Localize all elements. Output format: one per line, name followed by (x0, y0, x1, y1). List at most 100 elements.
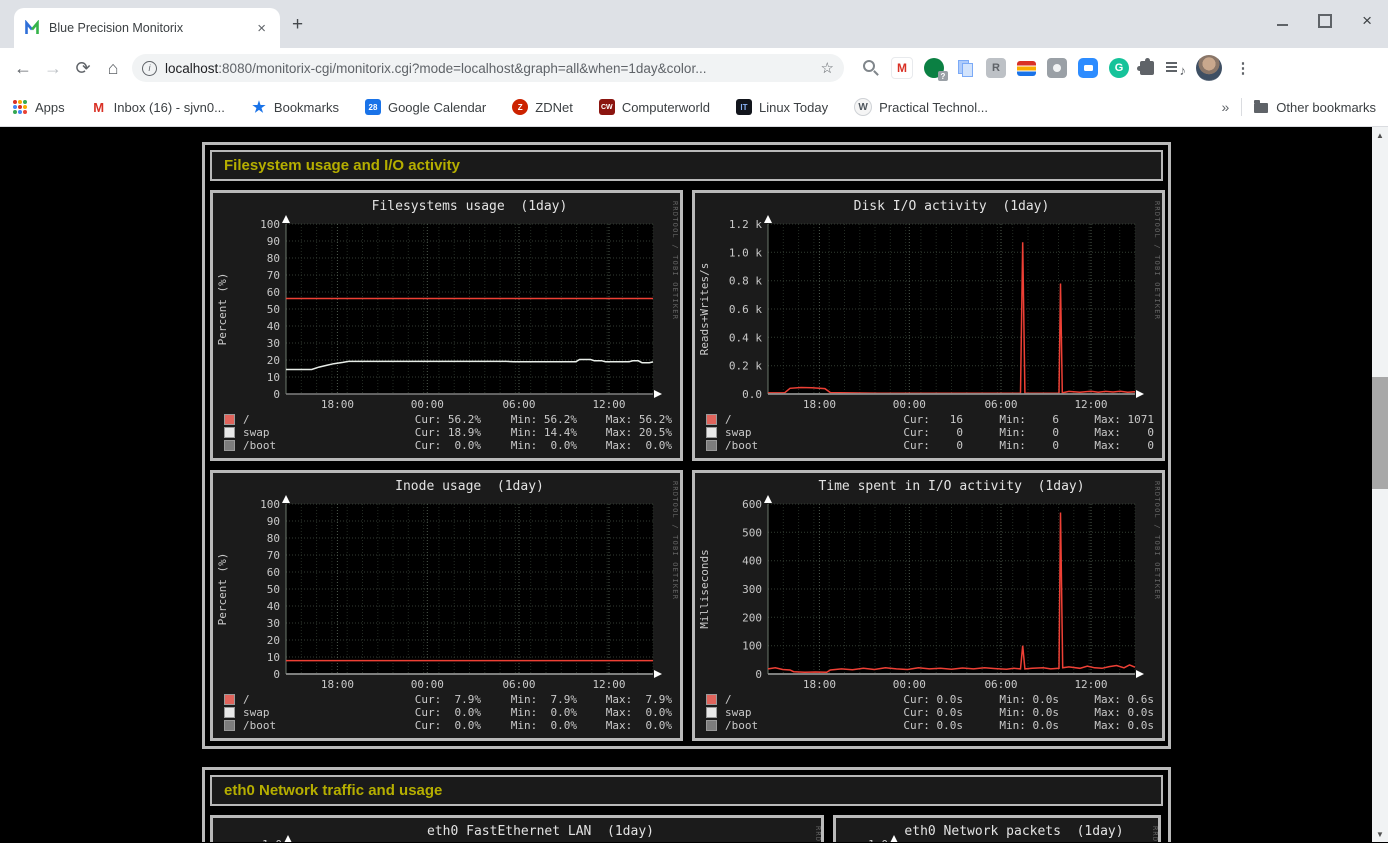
svg-text:50: 50 (267, 303, 280, 316)
svg-text:06:00: 06:00 (984, 398, 1017, 411)
svg-text:200: 200 (742, 611, 762, 624)
reload-icon[interactable]: ⟳ (68, 53, 98, 83)
scrollbar-thumb[interactable] (1372, 377, 1388, 489)
url-host: localhost (165, 61, 218, 76)
svg-text:70: 70 (267, 269, 280, 282)
legend-row: swapCur: 0Min: 0Max: 0 (707, 426, 1154, 439)
search-icon[interactable] (860, 58, 880, 78)
forward-icon[interactable]: → (38, 53, 68, 83)
browser-tab[interactable]: Blue Precision Monitorix × (14, 8, 280, 48)
page-info-icon[interactable]: i (142, 61, 157, 76)
bookmark-linuxtoday[interactable]: lTLinux Today (736, 99, 828, 115)
svg-text:0.6 k: 0.6 k (729, 303, 762, 316)
graph-disk-io-activity[interactable]: 0.00.2 k0.4 k0.6 k0.8 k1.0 k1.2 k18:0000… (692, 190, 1165, 461)
svg-text:0.8 k: 0.8 k (729, 275, 762, 288)
bookmark-calendar[interactable]: 28Google Calendar (365, 99, 486, 115)
svg-text:80: 80 (267, 532, 280, 545)
legend-swatch (225, 708, 234, 717)
legend-swatch (707, 441, 716, 450)
menu-icon[interactable]: ⋮ (1233, 58, 1253, 78)
new-tab-button[interactable]: + (292, 14, 303, 36)
other-bookmarks-button[interactable]: Other bookmarks (1276, 100, 1376, 115)
bookmark-wordpress[interactable]: WPractical Technol... (854, 98, 988, 116)
monitorix-page: Filesystem usage and I/O activity 010203… (0, 127, 1388, 842)
address-bar[interactable]: i localhost:8080/monitorix-cgi/monitorix… (132, 54, 844, 82)
svg-text:90: 90 (267, 235, 280, 248)
tab-close-icon[interactable]: × (253, 19, 270, 38)
back-icon[interactable]: ← (8, 53, 38, 83)
graph-legend: /Cur: 7.9%Min: 7.9%Max: 7.9%swapCur: 0.0… (213, 691, 680, 738)
bookmark-zdnet[interactable]: ZZDNet (512, 99, 573, 115)
section-filesystem: Filesystem usage and I/O activity 010203… (202, 142, 1171, 749)
svg-text:0: 0 (755, 668, 762, 681)
legend-row: swapCur: 0.0%Min: 0.0%Max: 0.0% (225, 706, 672, 719)
keeper-icon[interactable] (1047, 58, 1067, 78)
svg-text:0.2 k: 0.2 k (729, 360, 762, 373)
svg-text:100: 100 (260, 218, 280, 231)
svg-text:30: 30 (267, 617, 280, 630)
bookmark-gmail[interactable]: MInbox (16) - sjvn0... (91, 99, 225, 115)
close-icon[interactable]: × (1362, 12, 1372, 29)
copy-pages-icon[interactable] (955, 58, 975, 78)
svg-text:12:00: 12:00 (1074, 678, 1107, 691)
svg-text:RRDTOOL / TOBI OETIKER: RRDTOOL / TOBI OETIKER (671, 201, 678, 320)
svg-text:Time spent in I/O activity (1: Time spent in I/O activity (1day) (818, 479, 1084, 494)
bookmark-computerworld[interactable]: CWComputerworld (599, 99, 710, 115)
bookmarks-overflow-icon[interactable]: » (1222, 99, 1230, 115)
folder-icon (1254, 103, 1268, 113)
puzzle-icon[interactable] (1140, 61, 1154, 75)
legend-row: swapCur: 0.0sMin: 0.0sMax: 0.0s (707, 706, 1154, 719)
svg-text:90: 90 (267, 515, 280, 528)
scroll-down-icon[interactable]: ▼ (1372, 826, 1388, 842)
gmail-icon[interactable]: M (891, 57, 913, 79)
svg-text:RRDTOOL / TOBI OETIKER: RRDTOOL / TOBI OETIKER (814, 826, 821, 842)
svg-text:0.4 k: 0.4 k (729, 331, 762, 344)
graph-time-io-activity[interactable]: 010020030040050060018:0000:0006:0012:00T… (692, 470, 1165, 741)
svg-text:10: 10 (267, 651, 280, 664)
graph-legend: /Cur: 0.0sMin: 0.0sMax: 0.6sswapCur: 0.0… (695, 691, 1162, 738)
home-icon[interactable]: ⌂ (98, 53, 128, 83)
svg-text:12:00: 12:00 (1074, 398, 1107, 411)
calendar-icon: 28 (365, 99, 381, 115)
svg-text:0.0: 0.0 (742, 388, 762, 401)
bookmark-star-icon[interactable]: ☆ (821, 59, 834, 77)
svg-text:00:00: 00:00 (411, 398, 444, 411)
playlist-icon[interactable]: ♪ (1165, 58, 1185, 78)
r-extension-icon[interactable]: R (986, 58, 1006, 78)
scroll-up-icon[interactable]: ▲ (1372, 127, 1388, 143)
hangouts-icon[interactable]: ? (924, 58, 944, 78)
browser-toolbar: ← → ⟳ ⌂ i localhost:8080/monitorix-cgi/m… (0, 48, 1388, 88)
wordpress-icon: W (854, 98, 872, 116)
svg-text:1.0 k: 1.0 k (729, 246, 762, 259)
apps-grid-icon (12, 99, 28, 115)
scrollbar[interactable]: ▲ ▼ (1372, 127, 1388, 842)
maximize-icon[interactable] (1318, 14, 1332, 28)
graph-eth0-fastethernet-lan[interactable]: 0.00.10.20.30.40.50.60.70.80.91.018:0000… (210, 815, 824, 842)
svg-text:00:00: 00:00 (893, 398, 926, 411)
svg-text:60: 60 (267, 286, 280, 299)
svg-text:1.0: 1.0 (868, 838, 888, 842)
star-icon: ★ (251, 99, 267, 115)
graph-filesystems-usage[interactable]: 010203040506070809010018:0000:0006:0012:… (210, 190, 683, 461)
url-text[interactable]: localhost:8080/monitorix-cgi/monitorix.c… (165, 61, 821, 76)
url-path: :8080/monitorix-cgi/monitorix.cgi?mode=l… (218, 61, 706, 76)
legend-swatch (707, 721, 716, 730)
svg-text:40: 40 (267, 600, 280, 613)
svg-text:1.2 k: 1.2 k (729, 218, 762, 231)
avatar-icon[interactable] (1196, 55, 1222, 81)
books-icon[interactable] (1017, 61, 1036, 76)
graph-inode-usage[interactable]: 010203040506070809010018:0000:0006:0012:… (210, 470, 683, 741)
graph-legend: /Cur: 16Min: 6Max: 1071swapCur: 0Min: 0M… (695, 411, 1162, 458)
minimize-icon[interactable] (1277, 24, 1288, 26)
svg-text:50: 50 (267, 583, 280, 596)
zdnet-icon: Z (512, 99, 528, 115)
apps-shortcut[interactable]: Apps (12, 99, 65, 115)
tab-title: Blue Precision Monitorix (49, 21, 253, 35)
svg-text:Reads+Writes/s: Reads+Writes/s (698, 263, 711, 356)
bookmark-star[interactable]: ★Bookmarks (251, 99, 339, 115)
legend-row: /bootCur: 0.0%Min: 0.0%Max: 0.0% (225, 719, 672, 732)
zoom-icon[interactable] (1078, 58, 1098, 78)
graph-eth0-network-packets[interactable]: 0.00.10.20.30.40.50.60.70.80.91.018:0000… (833, 815, 1161, 842)
grammarly-icon[interactable]: G (1109, 58, 1129, 78)
svg-text:18:00: 18:00 (321, 398, 354, 411)
